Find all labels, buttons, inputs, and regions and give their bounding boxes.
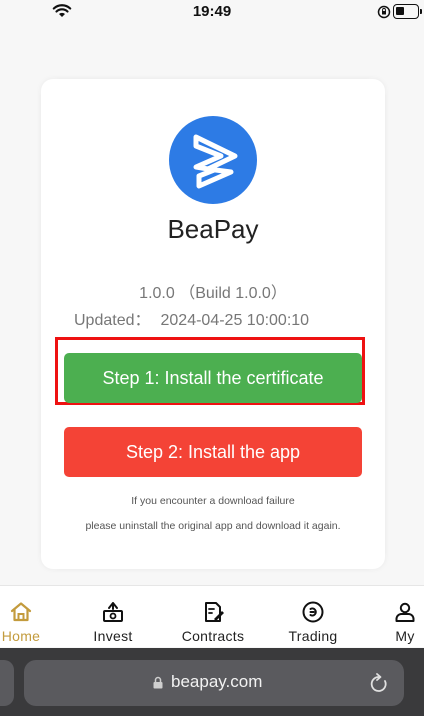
url-text: beapay.com (171, 672, 263, 691)
app-version: 1.0.0 （Build 1.0.0） (139, 285, 287, 302)
reinstall-instruction-note: please uninstall the original app and do… (85, 520, 341, 532)
reload-icon[interactable] (369, 672, 389, 694)
user-icon (395, 602, 415, 622)
url-field[interactable]: beapay.com (24, 660, 404, 706)
updated-date: 2024-04-25 10:00:10 (160, 312, 310, 329)
updated-label: Updated： (74, 312, 151, 329)
nav-label-my: My (395, 628, 415, 644)
nav-label-contracts: Contracts (181, 628, 245, 644)
rotation-lock-icon (377, 5, 391, 19)
invest-icon (103, 602, 123, 622)
nav-label-trading: Trading (288, 628, 338, 644)
battery-icon (393, 4, 422, 19)
app-name: BeaPay (167, 214, 259, 244)
previous-tab-stub[interactable] (0, 660, 14, 706)
nav-label-home: Home (1, 628, 41, 644)
nav-label-invest: Invest (93, 628, 133, 644)
nav-item-my[interactable]: My (390, 586, 420, 648)
trading-icon (302, 601, 324, 623)
beapay-logo-icon (169, 116, 257, 204)
home-icon (10, 602, 32, 622)
install-certificate-button[interactable]: Step 1: Install the certificate (64, 353, 362, 403)
download-failure-note: If you encounter a download failure (131, 495, 295, 507)
nav-item-invest[interactable]: Invest (88, 586, 138, 648)
browser-address-bar: beapay.com (0, 648, 424, 716)
nav-item-contracts[interactable]: Contracts (173, 586, 253, 648)
download-card: BeaPay 1.0.0 （Build 1.0.0） Updated： 2024-… (41, 79, 385, 569)
lock-icon (153, 676, 163, 689)
nav-item-trading[interactable]: Trading (283, 586, 343, 648)
bottom-nav: Home Invest Contracts Trading My (0, 585, 424, 647)
contracts-icon (205, 602, 224, 622)
updated-row: Updated： 2024-04-25 10:00:10 (74, 306, 309, 330)
install-app-button[interactable]: Step 2: Install the app (64, 427, 362, 477)
status-time: 19:49 (192, 3, 232, 20)
status-bar: 19:49 (0, 0, 424, 24)
nav-item-home[interactable]: Home (0, 586, 42, 648)
